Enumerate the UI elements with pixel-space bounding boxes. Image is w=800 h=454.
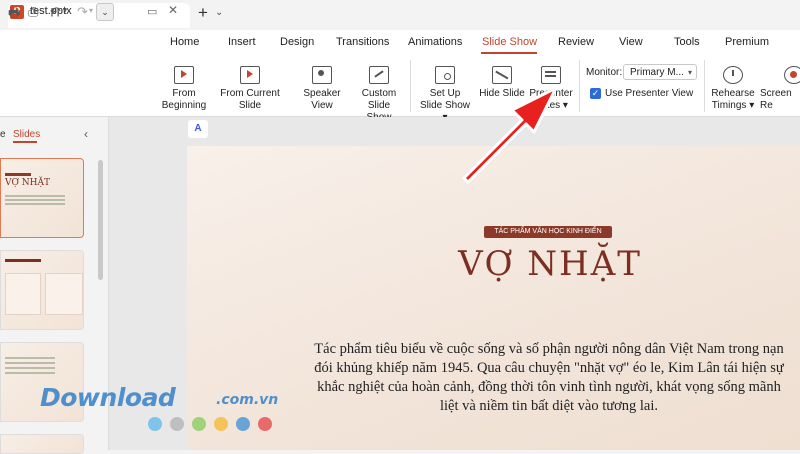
play-from-start-icon: [174, 66, 194, 84]
red-arrow-annotation: [462, 86, 558, 184]
undo-icon[interactable]: ↶: [50, 4, 61, 20]
thumb-title: VỢ NHẶT: [5, 178, 50, 188]
speaker-view-label: Speaker View: [303, 88, 341, 111]
from-current-label: From Current Slide: [220, 88, 280, 111]
use-presenter-view-label: Use Presenter View: [605, 88, 694, 99]
custom-show-label-1: Custom: [361, 88, 397, 99]
slides-panel-scrollbar[interactable]: [98, 160, 103, 280]
use-presenter-view-checkbox[interactable]: ✓: [590, 88, 601, 99]
rehearse-label-2: Timings ▾: [711, 100, 755, 111]
menu-review[interactable]: Review: [558, 36, 594, 48]
slide-thumbnail-4[interactable]: [0, 434, 84, 454]
play-current-icon: [240, 66, 260, 84]
screen-recording-button[interactable]: Screen Re: [760, 66, 800, 112]
undo-menu-icon[interactable]: ▾: [63, 6, 67, 15]
menu-view[interactable]: View: [619, 36, 643, 48]
arrow-shape: [462, 86, 558, 184]
menu-transitions[interactable]: Transitions: [336, 36, 389, 48]
speaker-view-button[interactable]: Speaker View: [292, 66, 352, 112]
tab-outline[interactable]: e: [0, 129, 6, 140]
menu-slide-show[interactable]: Slide Show: [482, 36, 537, 48]
ribbon-separator: [579, 60, 580, 112]
tab-list-chevron-icon[interactable]: ⌄: [215, 7, 223, 18]
watermark-dot: [170, 417, 184, 431]
slide-thumbnail-1[interactable]: VỢ NHẶT: [0, 158, 84, 238]
menu-design[interactable]: Design: [280, 36, 314, 48]
watermark-dot: [236, 417, 250, 431]
slide-tag: TÁC PHẨM VĂN HỌC KINH ĐIỂN: [484, 226, 612, 238]
menu-home[interactable]: Home: [170, 36, 199, 48]
ai-assistant-icon[interactable]: A: [188, 120, 208, 138]
screen-record-icon: [784, 66, 800, 84]
from-beginning-label-1: From: [172, 88, 196, 99]
print-preview-icon[interactable]: ⎙: [28, 4, 38, 20]
from-beginning-label-2: Beginning: [161, 100, 207, 111]
slide-thumbnail-2[interactable]: [0, 250, 84, 330]
monitor-select[interactable]: Primary M... ▾: [623, 64, 697, 80]
active-menu-indicator: [481, 52, 537, 54]
watermark-dot: [258, 417, 272, 431]
rehearse-label-1: Rehearse: [711, 88, 755, 99]
from-current-slide-button[interactable]: From Current Slide: [210, 66, 290, 112]
custom-show-icon: [369, 66, 389, 84]
print-icon[interactable]: 🖶: [8, 4, 20, 26]
watermark-dot: [148, 417, 162, 431]
speaker-view-icon: [312, 66, 332, 84]
slide-body-text: Tác phẩm tiêu biểu về cuộc sống và số ph…: [314, 341, 784, 414]
ribbon-separator: [410, 60, 411, 112]
menu-tools[interactable]: Tools: [674, 36, 700, 48]
custom-slide-show-button[interactable]: Custom Slide Show: [354, 66, 404, 124]
menu-premium[interactable]: Premium: [725, 36, 769, 48]
watermark-suffix: .com.vn: [216, 392, 279, 408]
from-beginning-button[interactable]: From Beginning: [158, 66, 210, 112]
monitor-label: Monitor:: [586, 67, 623, 78]
slide-title: VỢ NHẶT: [458, 244, 642, 284]
ribbon-separator: [704, 60, 705, 112]
monitor-select-value: Primary M...: [630, 67, 684, 78]
new-tab-icon[interactable]: +: [198, 4, 208, 22]
watermark-dot: [192, 417, 206, 431]
tab-slides[interactable]: Slides: [13, 129, 40, 140]
close-tab-icon[interactable]: ✕: [168, 3, 178, 17]
active-tab-indicator: [13, 141, 37, 143]
collapse-panel-icon[interactable]: ‹: [84, 127, 88, 141]
redo-icon[interactable]: ↷: [77, 4, 88, 20]
more-commands-icon[interactable]: ⌄: [96, 3, 114, 21]
menu-insert[interactable]: Insert: [228, 36, 256, 48]
monitor-icon[interactable]: ▭: [147, 5, 157, 18]
watermark-dot: [214, 417, 228, 431]
stopwatch-icon: [723, 66, 743, 84]
rehearse-timings-button[interactable]: Rehearse Timings ▾: [710, 66, 756, 112]
screen-record-label: Screen Re: [760, 88, 792, 111]
menu-animations[interactable]: Animations: [408, 36, 462, 48]
watermark-logo: Download: [40, 383, 176, 412]
redo-menu-icon[interactable]: ▾: [89, 6, 93, 15]
chevron-down-icon: ▾: [687, 68, 692, 77]
